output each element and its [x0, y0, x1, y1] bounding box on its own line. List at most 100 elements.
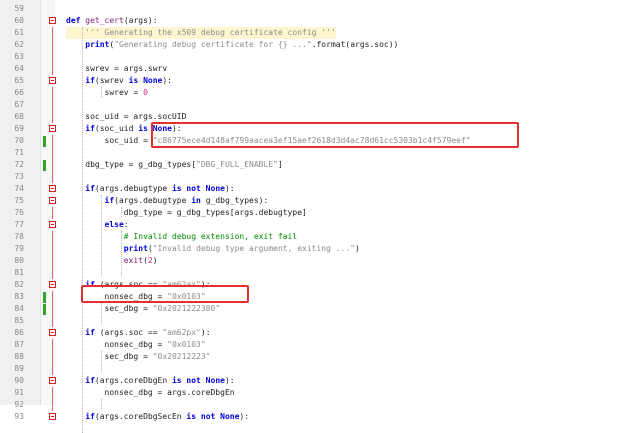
code-line[interactable]: 77 else: — [0, 219, 640, 231]
fold-guide — [52, 51, 53, 63]
code-token: ] — [277, 160, 283, 169]
line-number: 71 — [14, 148, 24, 157]
code-line[interactable]: 59 — [0, 3, 640, 15]
line-number: 78 — [14, 232, 24, 241]
code-line[interactable]: 91 nonsec_dbg = args.coreDbgEn — [0, 387, 640, 399]
fold-guide — [52, 27, 53, 39]
code-line[interactable]: 66 swrev = 0 — [0, 87, 640, 99]
code-line[interactable]: 84 sec_dbg = "0x2021222380" — [0, 303, 640, 315]
code-token: if — [85, 412, 95, 421]
line-number: 80 — [14, 256, 24, 265]
code-line[interactable]: 72 dbg_type = g_dbg_types["DBG_FULL_ENAB… — [0, 159, 640, 171]
fold-toggle-icon[interactable] — [49, 221, 56, 228]
fold-guide — [52, 99, 53, 111]
sec-dbg-highlight-box — [81, 285, 249, 303]
fold-toggle-icon[interactable] — [49, 281, 56, 288]
code-token: sec_dbg = — [66, 304, 153, 313]
fold-toggle-icon[interactable] — [49, 17, 56, 24]
fold-toggle-icon[interactable] — [49, 185, 56, 192]
code-token: "0x0103" — [167, 340, 206, 349]
fold-guide — [52, 159, 53, 171]
code-line[interactable]: 80 exit(2) — [0, 255, 640, 267]
line-number: 75 — [14, 196, 24, 205]
fold-guide — [52, 351, 53, 363]
fold-guide — [52, 315, 53, 327]
change-marker — [43, 304, 46, 315]
fold-toggle-icon[interactable] — [49, 329, 56, 336]
fold-toggle-icon[interactable] — [49, 197, 56, 204]
code-line[interactable]: 76 dbg_type = g_dbg_types[args.debugtype… — [0, 207, 640, 219]
code-line[interactable]: 65 if(swrev is None): — [0, 75, 640, 87]
code-line[interactable]: 87 nonsec_dbg = "0x0103" — [0, 339, 640, 351]
indent-guide — [101, 195, 103, 277]
code-line[interactable]: 74 if(args.debugtype is not None): — [0, 183, 640, 195]
fold-toggle-icon[interactable] — [49, 77, 56, 84]
code-line[interactable]: 60 def get_cert(args): — [0, 15, 640, 27]
fold-guide — [52, 303, 53, 315]
fold-guide — [52, 111, 53, 123]
code-line[interactable]: 63 — [0, 51, 640, 63]
code-line[interactable]: 79 print("Invalid debug type argument, e… — [0, 243, 640, 255]
code-line[interactable]: 81 — [0, 267, 640, 279]
code-line[interactable]: 75 if(args.debugtype in g_dbg_types): — [0, 195, 640, 207]
line-number: 67 — [14, 100, 24, 109]
code-line[interactable]: 88 sec_dbg = "0x20212223" — [0, 351, 640, 363]
code-line[interactable]: 64 swrev = args.swrv — [0, 63, 640, 75]
fold-toggle-icon[interactable] — [49, 377, 56, 384]
code-text: sec_dbg = "0x20212223" — [66, 351, 211, 363]
code-token: sec_dbg = — [66, 352, 153, 361]
code-token: if — [85, 184, 95, 193]
code-token: is not None — [171, 376, 225, 385]
code-line[interactable]: 93 if(args.coreDbgSecEn is not None): — [0, 411, 640, 423]
fold-guide — [52, 339, 53, 351]
fold-toggle-icon[interactable] — [49, 125, 56, 132]
code-token: (args.debugtype — [94, 184, 172, 193]
line-number: 77 — [14, 220, 24, 229]
fold-toggle-icon[interactable] — [49, 413, 56, 420]
code-line[interactable]: 71 — [0, 147, 640, 159]
code-token: g_dbg_types): — [200, 196, 269, 205]
code-token: ) — [355, 244, 360, 253]
code-line[interactable]: 92 — [0, 399, 640, 411]
code-line[interactable]: 62 print("Generating debug certificate f… — [0, 39, 640, 51]
fold-guide — [52, 267, 53, 279]
code-line[interactable]: 67 — [0, 99, 640, 111]
code-text: ''' Generating the x509 debug certificat… — [66, 27, 336, 39]
code-line[interactable]: 86 if (args.soc == "am62px"): — [0, 327, 640, 339]
code-token: print — [85, 40, 110, 49]
code-line[interactable]: 89 — [0, 363, 640, 375]
code-line[interactable]: 90 if(args.coreDbgEn is not None): — [0, 375, 640, 387]
line-number: 65 — [14, 76, 24, 85]
code-token: ): — [224, 184, 235, 193]
line-number: 76 — [14, 208, 24, 217]
code-token: swrev = — [66, 88, 144, 97]
code-token: (args.coreDbgSecEn — [94, 412, 187, 421]
line-number: 63 — [14, 52, 24, 61]
fold-guide — [52, 87, 53, 99]
code-line[interactable]: 78 # Invalid debug extension, exit fail — [0, 231, 640, 243]
code-text: swrev = args.swrv — [66, 63, 167, 75]
code-token: if — [104, 196, 115, 205]
code-token: print — [123, 244, 148, 253]
line-number: 92 — [14, 400, 24, 409]
code-token: is not None — [171, 184, 225, 193]
code-token: 0 — [143, 88, 148, 97]
code-line[interactable]: 61 ''' Generating the x509 debug certifi… — [0, 27, 640, 39]
code-text: nonsec_dbg = args.coreDbgEn — [66, 387, 235, 399]
line-number: 84 — [14, 304, 24, 313]
code-token: in — [191, 196, 201, 205]
code-token: dbg_type = g_dbg_types[ — [66, 160, 197, 169]
code-line[interactable]: 73 — [0, 171, 640, 183]
code-token: nonsec_dbg = — [66, 340, 168, 349]
indent-guide — [120, 231, 122, 277]
fold-guide — [52, 291, 53, 303]
code-token: "Invalid debug type argument, exiting ..… — [152, 244, 356, 253]
code-line[interactable]: 85 — [0, 315, 640, 327]
code-token: def — [66, 16, 81, 25]
line-number: 85 — [14, 316, 24, 325]
code-token: nonsec_dbg = args.coreDbgEn — [66, 388, 235, 397]
line-number: 90 — [14, 376, 24, 385]
code-text: if(args.debugtype in g_dbg_types): — [66, 195, 269, 207]
